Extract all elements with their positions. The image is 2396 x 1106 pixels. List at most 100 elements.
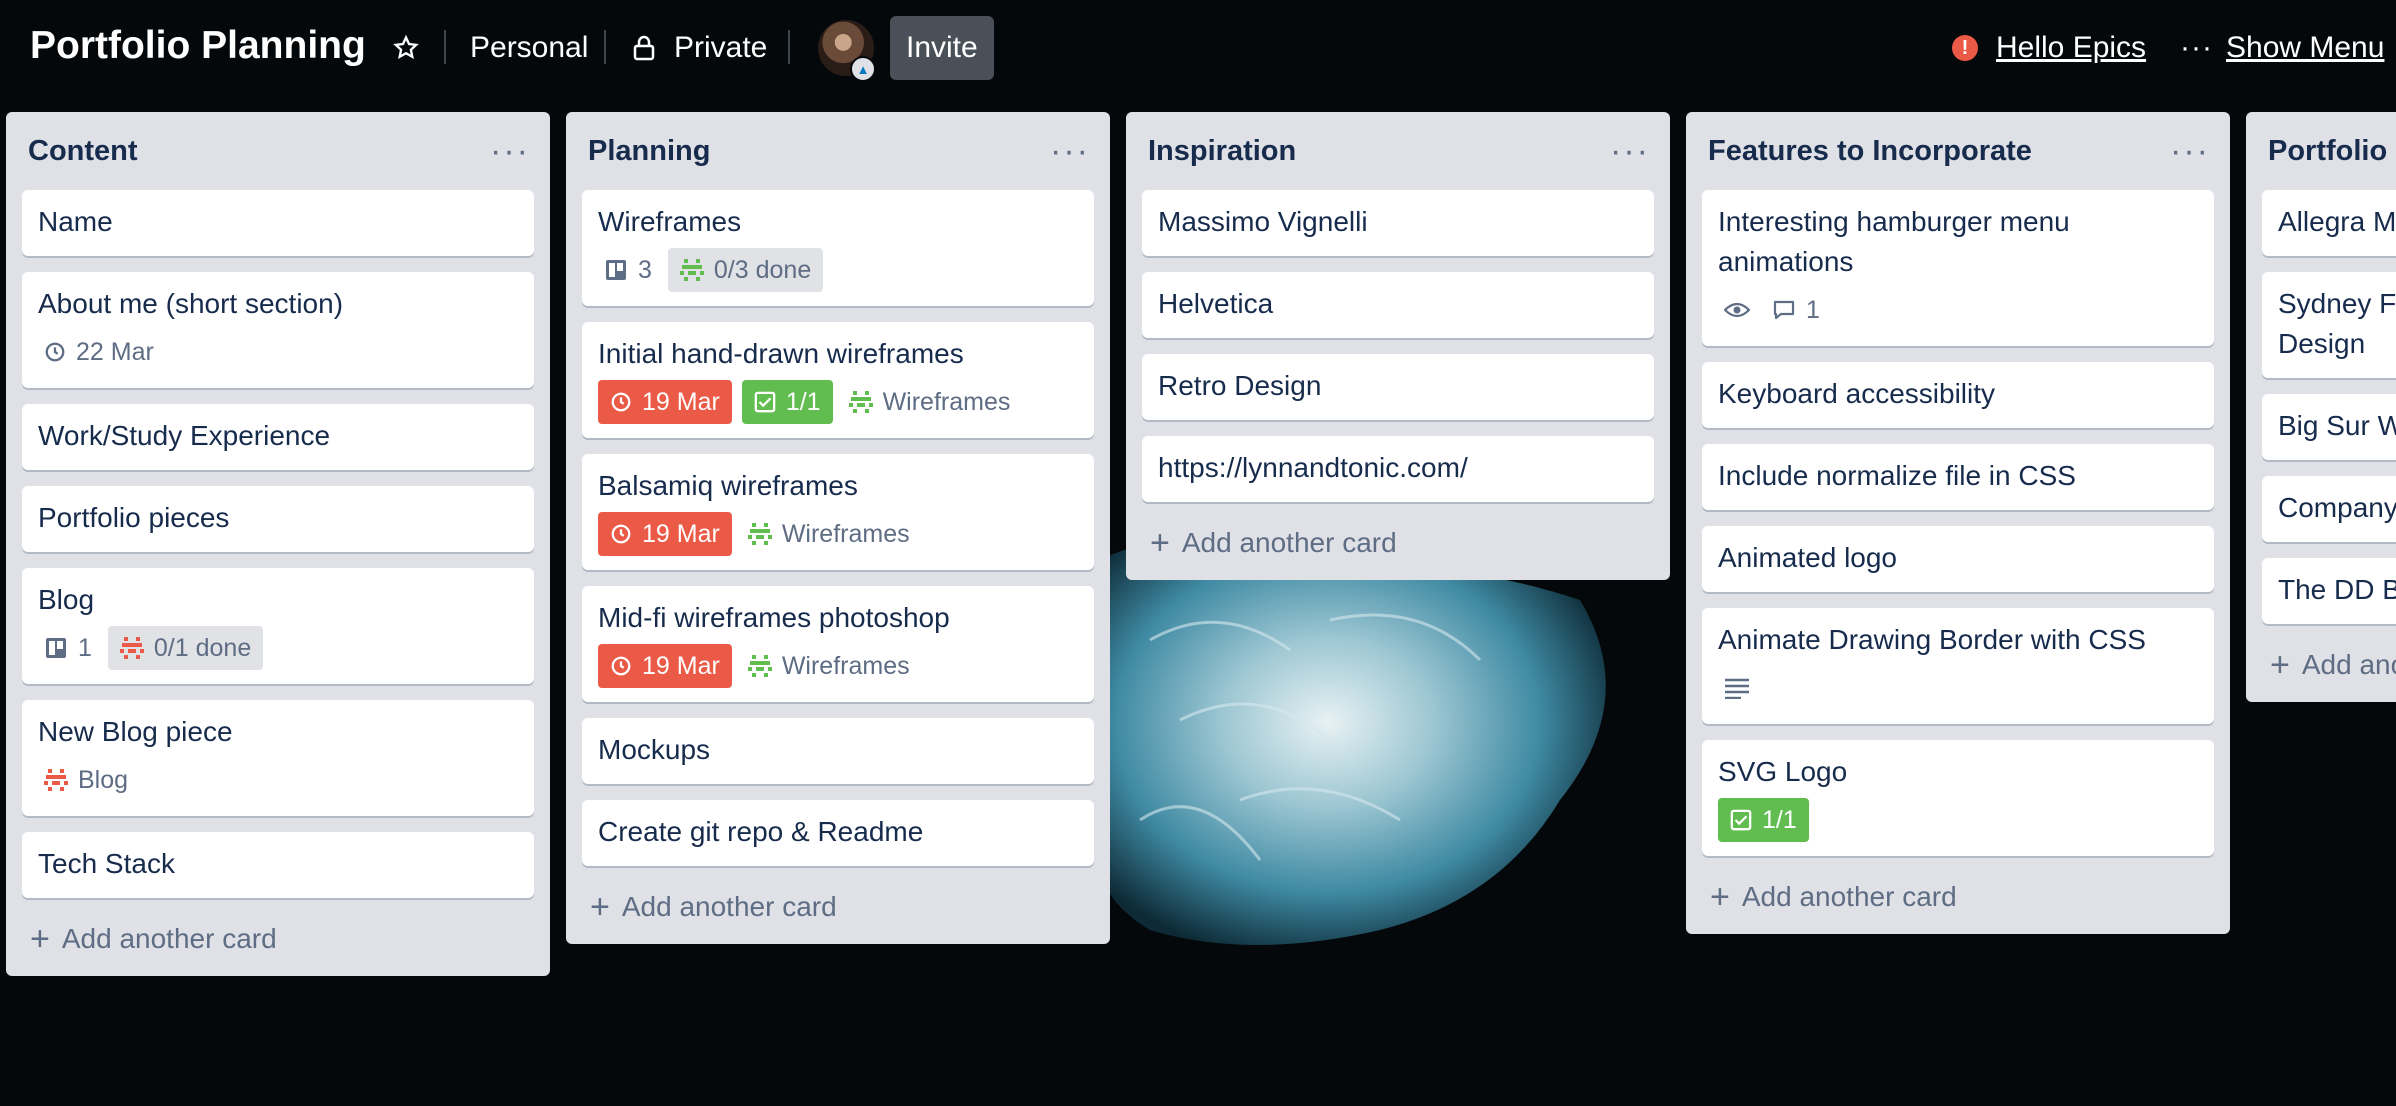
card[interactable]: Mid-fi wireframes photoshop 19 Mar Wiref… (582, 586, 1094, 702)
subtask-count-badge: 1 (38, 626, 98, 670)
list-menu-icon[interactable]: ··· (1050, 134, 1090, 168)
subtask-count: 3 (638, 255, 652, 284)
add-card-label: Add another card (1181, 527, 1397, 558)
list-menu-icon[interactable]: ··· (490, 134, 530, 168)
show-menu-button[interactable]: Show Menu (2226, 16, 2384, 80)
list-title[interactable]: Features to Incorporate (1708, 135, 2032, 168)
add-card-button[interactable]: + Add ano (2262, 640, 2396, 690)
checklist-progress: 1/1 (785, 387, 821, 416)
card[interactable]: Helvetica (1142, 272, 1654, 338)
plus-icon: + (1710, 878, 1730, 916)
card-title: Company (2278, 492, 2396, 523)
list-header: Content ··· (6, 112, 550, 190)
list-title[interactable]: Planning (588, 135, 710, 168)
list-title[interactable]: Content (28, 135, 138, 168)
star-button[interactable] (386, 16, 426, 80)
card[interactable]: Initial hand-drawn wireframes 19 Mar 1/1… (582, 322, 1094, 438)
subtask-count: 1 (78, 633, 92, 662)
checklist-progress: 0/1 done (153, 633, 252, 662)
watching-badge (1718, 288, 1756, 332)
list-title[interactable]: Inspiration (1148, 135, 1296, 168)
due-date-badge: 19 Mar (598, 380, 732, 424)
due-date-badge: 19 Mar (598, 512, 732, 556)
add-card-label: Add another card (61, 923, 277, 954)
card-title: Name (38, 206, 113, 237)
card[interactable]: Tech Stack (22, 832, 534, 898)
parent-epic-badge: Blog (38, 758, 134, 802)
checklist-progress: 0/3 done (713, 255, 812, 284)
card[interactable]: https://lynnandtonic.com/ (1142, 436, 1654, 502)
notification-link[interactable]: ! Hello Epics (1952, 16, 2146, 80)
card[interactable]: Retro Design (1142, 354, 1654, 420)
lock-icon (633, 35, 655, 61)
card[interactable]: Animate Drawing Border with CSS (1702, 608, 2214, 724)
card[interactable]: Blog 1 0/1 done (22, 568, 534, 684)
card-title: Blog (38, 584, 95, 615)
due-date: 19 Mar (642, 651, 720, 680)
card[interactable]: Mockups (582, 718, 1094, 784)
description-badge (1718, 666, 1756, 710)
card-title: Retro Design (1158, 370, 1322, 401)
card[interactable]: Portfolio pieces (22, 486, 534, 552)
card[interactable]: Sydney F Design (2262, 272, 2396, 378)
visibility-button[interactable]: Private (632, 16, 767, 80)
card[interactable]: Animated logo (1702, 526, 2214, 592)
card-title: Initial hand-drawn wireframes (598, 338, 964, 369)
card[interactable]: Massimo Vignelli (1142, 190, 1654, 256)
ellipsis-icon[interactable]: ··· (2180, 16, 2213, 80)
parent-epic-name: Wireframes (781, 519, 910, 548)
card[interactable]: About me (short section) 22 Mar (22, 272, 534, 388)
comment-icon (1773, 300, 1795, 320)
notification-label: Hello Epics (1996, 31, 2147, 64)
card[interactable]: SVG Logo 1/1 (1702, 740, 2214, 856)
card[interactable]: The DD B (2262, 558, 2396, 624)
workspace-button[interactable]: Personal (470, 16, 588, 80)
card[interactable]: Create git repo & Readme (582, 800, 1094, 866)
board-title[interactable]: Portfolio Planning (30, 24, 366, 68)
card[interactable]: New Blog piece Blog (22, 700, 534, 816)
card-title: SVG Logo (1718, 756, 1848, 787)
epic-icon (44, 769, 68, 791)
epic-icon (747, 655, 772, 677)
list-header: Portfolio ··· (2246, 112, 2396, 190)
card[interactable]: Allegra M (2262, 190, 2396, 256)
add-card-button[interactable]: + Add another card (582, 882, 1094, 932)
card-title: Massimo Vignelli (1158, 206, 1368, 237)
parent-epic-name: Blog (78, 765, 129, 794)
card[interactable]: Wireframes 3 0/3 done (582, 190, 1094, 306)
add-card-button[interactable]: + Add another card (1702, 872, 2214, 922)
card[interactable]: Company (2262, 476, 2396, 542)
header-divider (604, 30, 606, 64)
card-title: https://lynnandtonic.com/ (1158, 452, 1468, 483)
add-card-button[interactable]: + Add another card (1142, 518, 1654, 568)
card[interactable]: Keyboard accessibility (1702, 362, 2214, 428)
list-planning: Planning ··· Wireframes 3 0/3 done Initi… (566, 112, 1110, 944)
card[interactable]: Big Sur W (2262, 394, 2396, 460)
card-title-line2: Design (2278, 328, 2366, 359)
add-card-button[interactable]: + Add another card (22, 914, 534, 964)
card[interactable]: Work/Study Experience (22, 404, 534, 470)
card-title: Portfolio pieces (38, 502, 230, 533)
card[interactable]: Name (22, 190, 534, 256)
star-icon (393, 34, 419, 59)
clock-icon (45, 342, 65, 362)
checklist-progress: 1/1 (1762, 805, 1797, 834)
list-menu-icon[interactable]: ··· (1610, 134, 1650, 168)
card-title: Include normalize file in CSS (1718, 460, 2076, 491)
add-card-label: Add ano (2301, 649, 2396, 680)
parent-epic-badge: Wireframes (843, 380, 1017, 424)
card[interactable]: Interesting hamburger menu animations 1 (1702, 190, 2214, 346)
description-icon (1725, 678, 1749, 699)
due-date: 19 Mar (642, 387, 720, 416)
board-icon (606, 260, 626, 280)
admin-badge-icon: ▲ (850, 56, 876, 82)
card[interactable]: Include normalize file in CSS (1702, 444, 2214, 510)
list-title[interactable]: Portfolio (2268, 135, 2387, 168)
card[interactable]: Balsamiq wireframes 19 Mar Wireframes (582, 454, 1094, 570)
checkbox-icon (754, 391, 776, 413)
card-title: Wireframes (598, 206, 742, 237)
card-title: Keyboard accessibility (1718, 378, 1996, 409)
invite-button[interactable]: Invite (890, 16, 994, 80)
parent-epic-badge: Wireframes (742, 512, 916, 556)
list-menu-icon[interactable]: ··· (2170, 134, 2210, 168)
